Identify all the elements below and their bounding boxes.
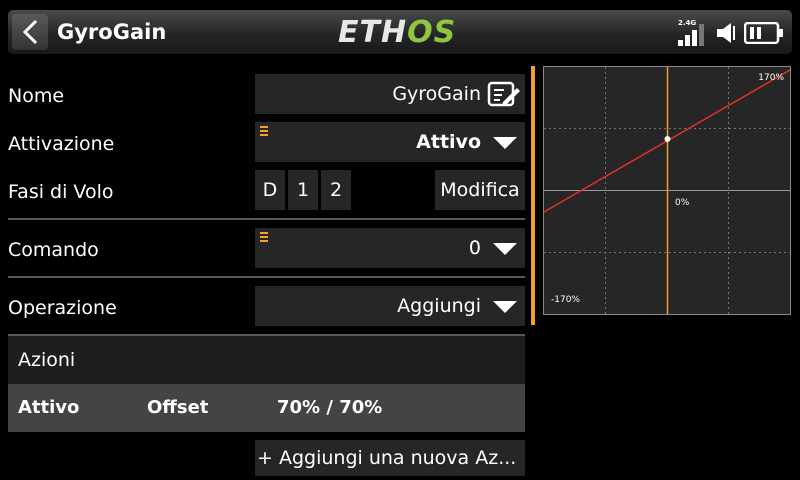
name-value: GyroGain: [392, 83, 481, 105]
modify-button[interactable]: Modifica: [435, 170, 525, 210]
graph-cursor-point: [664, 136, 671, 142]
rf-band-label: 2.4G: [678, 19, 697, 27]
dropdown-arrow-icon: [493, 243, 517, 255]
action-state: Attivo: [18, 397, 80, 418]
activation-value: Attivo: [416, 131, 481, 153]
edit-icon: [487, 81, 520, 107]
operation-value: Aggiungi: [397, 295, 481, 317]
status-area: 2.4G: [676, 18, 788, 48]
name-label: Nome: [8, 85, 65, 107]
action-value: 70% / 70%: [277, 397, 383, 418]
operation-dropdown[interactable]: Aggiungi: [255, 286, 525, 326]
back-button[interactable]: [12, 14, 48, 50]
page-title: GyroGain: [57, 20, 167, 44]
action-row[interactable]: Attivo Offset 70% / 70%: [8, 384, 525, 432]
actions-label: Azioni: [18, 349, 76, 371]
activation-label: Attivazione: [8, 133, 115, 155]
flight-mode-1-button[interactable]: 1: [288, 170, 318, 210]
top-bar: GyroGain ETHOS 2.4G: [0, 0, 800, 58]
operation-label: Operazione: [8, 297, 117, 319]
actions-section-header: Azioni: [8, 336, 525, 384]
speaker-icon[interactable]: [716, 22, 742, 44]
flight-modes-label: Fasi di Volo: [8, 181, 114, 203]
menu-icon: [260, 126, 268, 138]
control-label: Comando: [8, 239, 99, 261]
control-value: 0: [468, 237, 481, 259]
dropdown-arrow-icon: [493, 301, 517, 313]
focus-indicator: [531, 66, 535, 325]
divider: [8, 276, 525, 278]
chevron-left-icon: [22, 19, 38, 45]
output-graph: 170% 0% -170%: [543, 66, 791, 315]
action-type: Offset: [147, 397, 209, 418]
ethos-logo: ETHOS: [338, 15, 457, 50]
flight-mode-d-button[interactable]: D: [255, 170, 285, 210]
divider: [8, 218, 525, 220]
add-action-button[interactable]: + Aggiungi una nuova Az...: [255, 440, 525, 476]
graph-bottom-label: -170%: [551, 295, 580, 305]
activation-dropdown[interactable]: Attivo: [255, 122, 525, 162]
control-dropdown[interactable]: 0: [255, 228, 525, 268]
menu-icon: [260, 232, 268, 244]
dropdown-arrow-icon: [493, 137, 517, 149]
name-field[interactable]: GyroGain: [255, 74, 525, 114]
battery-icon: [744, 22, 783, 44]
flight-mode-2-button[interactable]: 2: [321, 170, 351, 210]
graph-top-label: 170%: [758, 73, 784, 83]
graph-center-label: 0%: [675, 198, 690, 208]
